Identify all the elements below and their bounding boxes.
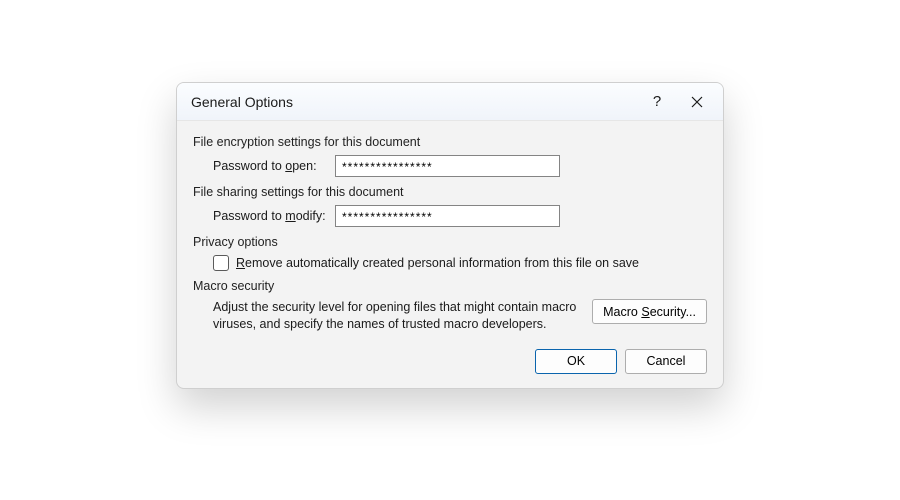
password-modify-row: Password to modify: [213, 205, 707, 227]
sharing-group-label: File sharing settings for this document [193, 185, 707, 199]
privacy-group-label: Privacy options [193, 235, 707, 249]
password-open-label: Password to open: [213, 159, 335, 173]
help-button[interactable]: ? [637, 87, 677, 117]
cancel-button[interactable]: Cancel [625, 349, 707, 374]
dialog-footer: OK Cancel [193, 349, 707, 374]
macro-group-label: Macro security [193, 279, 707, 293]
macro-security-description: Adjust the security level for opening fi… [213, 299, 580, 333]
remove-personal-info-label: Remove automatically created personal in… [236, 256, 639, 270]
dialog-title: General Options [191, 94, 637, 110]
dialog-content: File encryption settings for this docume… [177, 121, 723, 388]
close-icon [691, 96, 703, 108]
password-modify-label: Password to modify: [213, 209, 335, 223]
macro-security-button[interactable]: Macro Security... [592, 299, 707, 324]
remove-personal-info-row: Remove automatically created personal in… [213, 255, 707, 271]
remove-personal-info-checkbox[interactable] [213, 255, 229, 271]
general-options-dialog: General Options ? File encryption settin… [176, 82, 724, 389]
password-open-row: Password to open: [213, 155, 707, 177]
encryption-group-label: File encryption settings for this docume… [193, 135, 707, 149]
close-button[interactable] [677, 87, 717, 117]
password-modify-input[interactable] [335, 205, 560, 227]
titlebar: General Options ? [177, 83, 723, 121]
macro-security-row: Adjust the security level for opening fi… [213, 299, 707, 333]
ok-button[interactable]: OK [535, 349, 617, 374]
password-open-input[interactable] [335, 155, 560, 177]
